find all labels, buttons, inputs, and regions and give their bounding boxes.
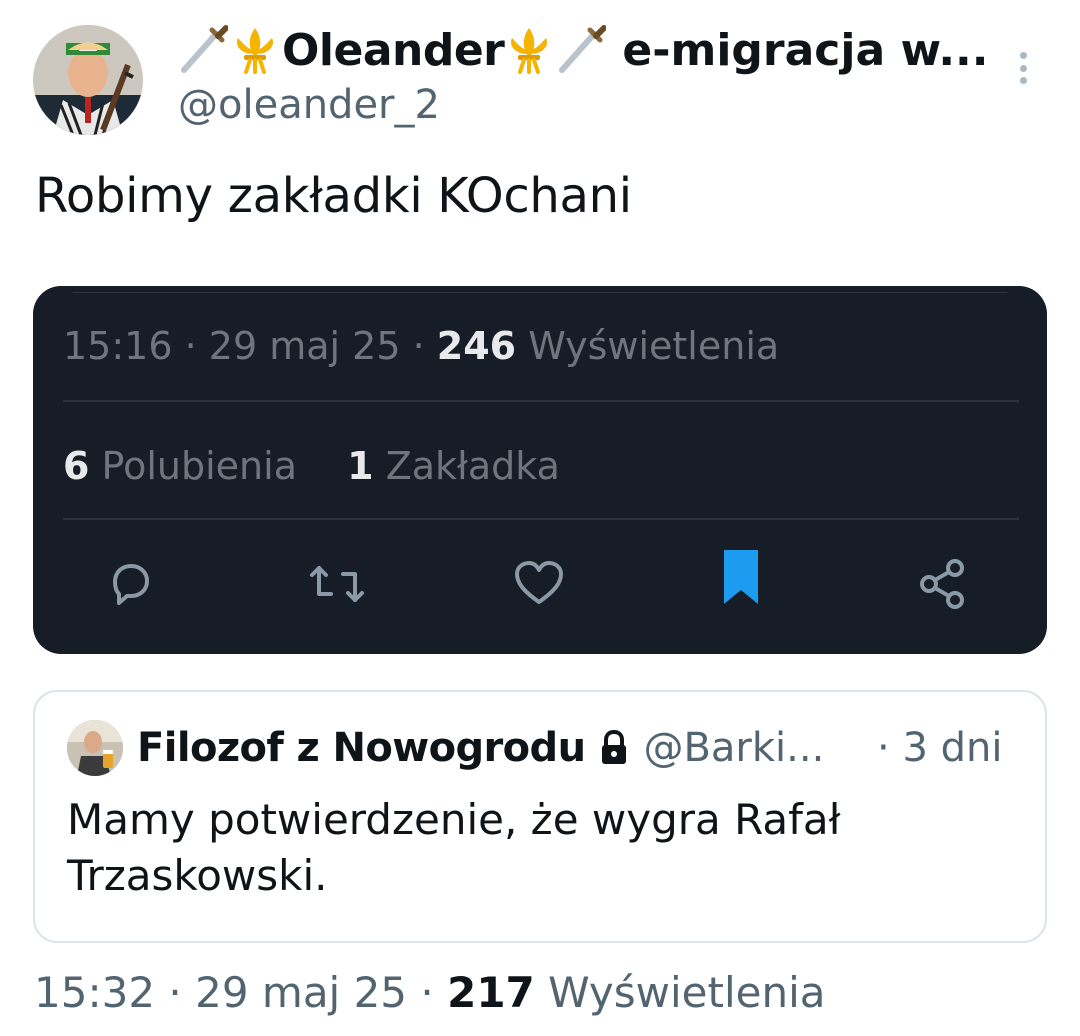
quoted-author-avatar — [67, 720, 123, 776]
author-name-row[interactable]: Oleander e-migracja w... — [178, 20, 998, 80]
quoted-author-name: Filozof z Nowogrodu — [137, 725, 586, 771]
like-icon — [511, 556, 567, 612]
dagger-icon — [178, 24, 229, 76]
share-icon — [915, 556, 971, 612]
divider — [63, 400, 1019, 402]
quoted-tweet-header: Filozof z Nowogrodu @Barki... — [137, 720, 824, 776]
divider — [73, 292, 1007, 293]
quoted-tweet[interactable]: Filozof z Nowogrodu @Barki... · 3 dni Ma… — [33, 690, 1047, 943]
embedded-date: 29 maj 25 — [208, 324, 401, 368]
lock-icon — [597, 728, 631, 768]
divider — [63, 518, 1019, 520]
author-display-name: Oleander — [282, 24, 505, 76]
embedded-timestamp-line: 15:16 · 29 maj 25 · 246 Wyświetlenia — [63, 324, 780, 368]
tweet-date[interactable]: 29 maj 25 — [195, 968, 407, 1017]
embedded-time: 15:16 — [63, 324, 173, 368]
views-count: 217 — [447, 968, 535, 1017]
tweet-timestamp-line: 15:32 · 29 maj 25 · 217 Wyświetlenia — [34, 968, 826, 1017]
embedded-likes-label: Polubienia — [101, 444, 297, 488]
fleur-de-lis-icon — [230, 24, 280, 76]
tweet-time[interactable]: 15:32 — [34, 968, 155, 1017]
embedded-likes-count: 6 — [63, 444, 90, 488]
retweet-icon — [309, 556, 365, 612]
embedded-stats: 6 Polubienia 1 Zakładka — [63, 444, 560, 488]
embedded-bookmarks-label: Zakładka — [385, 444, 560, 488]
tweet-text: Robimy zakładki KOchani — [35, 168, 632, 224]
embedded-bookmarks-count: 1 — [347, 444, 374, 488]
quoted-tweet-time: · 3 dni — [877, 725, 1003, 771]
views-label: Wyświetlenia — [548, 968, 826, 1017]
embedded-views-count: 246 — [436, 324, 517, 368]
quoted-tweet-text: Mamy potwierdzenie, że wygra Rafał Trzas… — [67, 795, 841, 900]
more-options-icon[interactable] — [1008, 48, 1038, 88]
fleur-de-lis-icon — [504, 24, 554, 76]
bookmark-icon — [713, 550, 769, 606]
quoted-author-handle: @Barki... — [643, 725, 825, 771]
author-handle[interactable]: @oleander_2 — [178, 82, 440, 128]
embedded-views-label: Wyświetlenia — [528, 324, 780, 368]
author-name-suffix: e-migracja w... — [622, 24, 989, 76]
embedded-action-bar — [33, 548, 1047, 618]
reply-icon — [103, 556, 159, 612]
tweet-detail: Oleander e-migracja w... @oleander_2 Rob… — [0, 0, 1080, 1036]
dagger-icon — [556, 24, 608, 76]
embedded-screenshot[interactable]: 15:16 · 29 maj 25 · 246 Wyświetlenia 6 P… — [33, 286, 1047, 654]
author-avatar[interactable] — [33, 25, 143, 135]
quoted-time-ago: 3 dni — [902, 725, 1003, 771]
